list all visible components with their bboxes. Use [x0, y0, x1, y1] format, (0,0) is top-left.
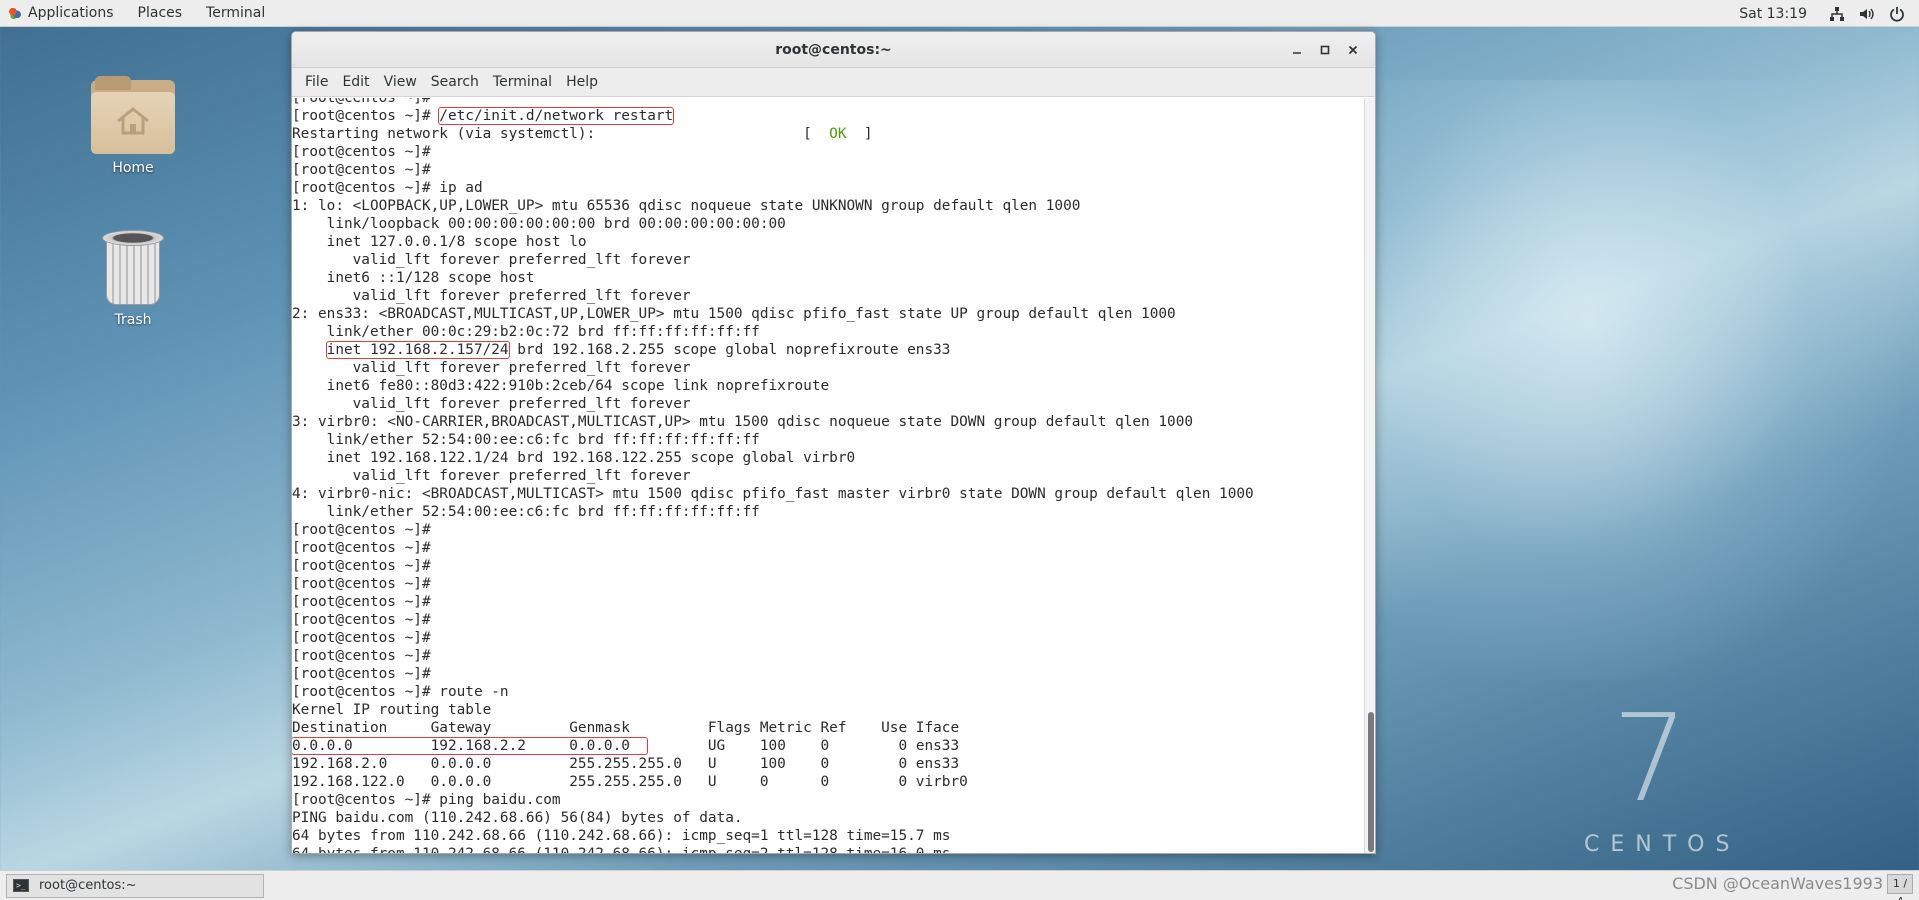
clock[interactable]: Sat 13:19	[1739, 6, 1807, 22]
terminal-line: [root@centos ~]#	[292, 144, 440, 160]
minimize-button[interactable]	[1283, 36, 1311, 64]
terminal-line: Restarting network (via systemctl): [ OK…	[292, 126, 873, 142]
terminal-line: [root@centos ~]#	[292, 576, 440, 592]
terminal-line: PING baidu.com (110.242.68.66) 56(84) by…	[292, 810, 743, 826]
ok-status: OK	[829, 126, 847, 142]
terminal-scrollbar[interactable]	[1364, 98, 1375, 853]
centos-wordmark: CENTOS	[1584, 832, 1741, 857]
terminal-line: valid_lft forever preferred_lft forever	[292, 252, 691, 268]
menu-terminal[interactable]: Terminal	[486, 74, 559, 90]
terminal-line: [root@centos ~]#	[292, 558, 440, 574]
terminal-line: inet 127.0.0.1/8 scope host lo	[292, 234, 587, 250]
terminal-output[interactable]: [root@centos ~]# [root@centos ~]# /etc/i…	[292, 98, 1364, 854]
terminal-line: Destination Gateway Genmask Flags Metric…	[292, 720, 960, 736]
close-button[interactable]	[1339, 36, 1367, 64]
terminal-line: 3: virbr0: <NO-CARRIER,BROADCAST,MULTICA…	[292, 414, 1194, 430]
terminal-line: link/ether 52:54:00:ee:c6:fc brd ff:ff:f…	[292, 432, 760, 448]
menu-help[interactable]: Help	[559, 74, 605, 90]
terminal-line: [root@centos ~]#	[292, 630, 440, 646]
task-label: root@centos:~	[39, 878, 137, 893]
home-label: Home	[112, 160, 154, 176]
home-folder-icon	[91, 76, 175, 154]
terminal-line: [root@centos ~]#	[292, 648, 440, 664]
window-title: root@centos:~	[775, 41, 892, 58]
menu-view[interactable]: View	[377, 74, 424, 90]
taskbar-terminal-item[interactable]: >_ root@centos:~	[6, 873, 264, 898]
terminal-line: [root@centos ~]# ping baidu.com	[292, 792, 561, 808]
trash-icon	[100, 230, 166, 306]
highlighted-command: /etc/init.d/network restart	[438, 107, 675, 125]
terminal-line: [root@centos ~]#	[292, 612, 440, 628]
terminal-line: Kernel IP routing table	[292, 702, 492, 718]
terminal-line: [root@centos ~]#	[292, 98, 440, 106]
terminal-line: inet6 fe80::80d3:422:910b:2ceb/64 scope …	[292, 378, 838, 394]
terminal-line: inet 192.168.2.157/24 brd 192.168.2.255 …	[325, 341, 951, 359]
terminal-line: 1: lo: <LOOPBACK,UP,LOWER_UP> mtu 65536 …	[292, 198, 1081, 214]
places-menu[interactable]: Places	[126, 0, 195, 27]
terminal-line: link/loopback 00:00:00:00:00:00 brd 00:0…	[292, 216, 786, 232]
highlighted-inet-address: inet 192.168.2.157/24	[325, 341, 510, 359]
applications-label: Applications	[28, 5, 114, 21]
terminal-line: link/ether 00:0c:29:b2:0c:72 brd ff:ff:f…	[292, 324, 760, 340]
desktop-glow	[1380, 80, 1900, 680]
terminal-line: 192.168.122.0 0.0.0.0 255.255.255.0 U 0 …	[292, 774, 968, 790]
network-icon[interactable]	[1829, 6, 1845, 22]
terminal-line: [root@centos ~]# /etc/init.d/network res…	[292, 107, 675, 125]
terminal-line: valid_lft forever preferred_lft forever	[292, 288, 691, 304]
terminal-line: [root@centos ~]# route -n	[292, 684, 509, 700]
terminal-line: [root@centos ~]#	[292, 666, 440, 682]
terminal-icon: >_	[13, 879, 29, 892]
terminal-line: [root@centos ~]#	[292, 540, 440, 556]
desktop-trash[interactable]: Trash	[78, 230, 188, 328]
terminal-window[interactable]: root@centos:~ File Edit View Search Term…	[291, 31, 1376, 854]
menu-file[interactable]: File	[298, 74, 335, 90]
terminal-line: [root@centos ~]#	[292, 594, 440, 610]
menu-edit[interactable]: Edit	[335, 74, 376, 90]
volume-icon[interactable]	[1859, 6, 1875, 22]
terminal-line: 64 bytes from 110.242.68.66 (110.242.68.…	[292, 846, 951, 854]
terminal-line: [root@centos ~]# ip ad	[292, 180, 483, 196]
window-titlebar[interactable]: root@centos:~	[292, 32, 1375, 68]
applications-menu[interactable]: Applications	[0, 0, 126, 27]
terminal-line: [root@centos ~]#	[292, 522, 440, 538]
scrollbar-thumb[interactable]	[1368, 712, 1374, 852]
terminal-line: valid_lft forever preferred_lft forever	[292, 468, 691, 484]
terminal-app-menu[interactable]: Terminal	[194, 0, 277, 27]
workspace-indicator[interactable]: 1 / 4	[1887, 874, 1913, 900]
centos-version-mark: 7	[1612, 690, 1689, 829]
maximize-button[interactable]	[1311, 36, 1339, 64]
terminal-line: valid_lft forever preferred_lft forever	[292, 360, 691, 376]
terminal-line: 64 bytes from 110.242.68.66 (110.242.68.…	[292, 828, 951, 844]
power-icon[interactable]	[1889, 6, 1905, 22]
menu-bar: File Edit View Search Terminal Help	[292, 68, 1375, 97]
terminal-line: valid_lft forever preferred_lft forever	[292, 396, 691, 412]
terminal-line: 2: ens33: <BROADCAST,MULTICAST,UP,LOWER_…	[292, 306, 1176, 322]
terminal-line: [root@centos ~]#	[292, 162, 440, 178]
menu-search[interactable]: Search	[424, 74, 486, 90]
trash-label: Trash	[114, 312, 152, 328]
terminal-line: inet 192.168.122.1/24 brd 192.168.122.25…	[292, 450, 856, 466]
desktop-home[interactable]: Home	[78, 76, 188, 176]
bottom-panel: >_ root@centos:~	[0, 870, 1919, 900]
terminal-line: 4: virbr0-nic: <BROADCAST,MULTICAST> mtu…	[292, 486, 1254, 502]
top-panel: Applications Places Terminal Sat 13:19	[0, 0, 1919, 27]
highlighted-default-route: 0.0.0.0 192.168.2.2 0.0.0.0	[292, 737, 649, 755]
terminal-line: link/ether 52:54:00:ee:c6:fc brd ff:ff:f…	[292, 504, 760, 520]
csdn-watermark: CSDN @OceanWaves1993	[1672, 874, 1883, 893]
terminal-line: 192.168.2.0 0.0.0.0 255.255.255.0 U 100 …	[292, 756, 960, 772]
gnome-foot-icon	[8, 6, 22, 20]
terminal-line: inet6 ::1/128 scope host	[292, 270, 544, 286]
terminal-line: 0.0.0.0 192.168.2.2 0.0.0.0 UG 100 0 0 e…	[292, 737, 960, 755]
